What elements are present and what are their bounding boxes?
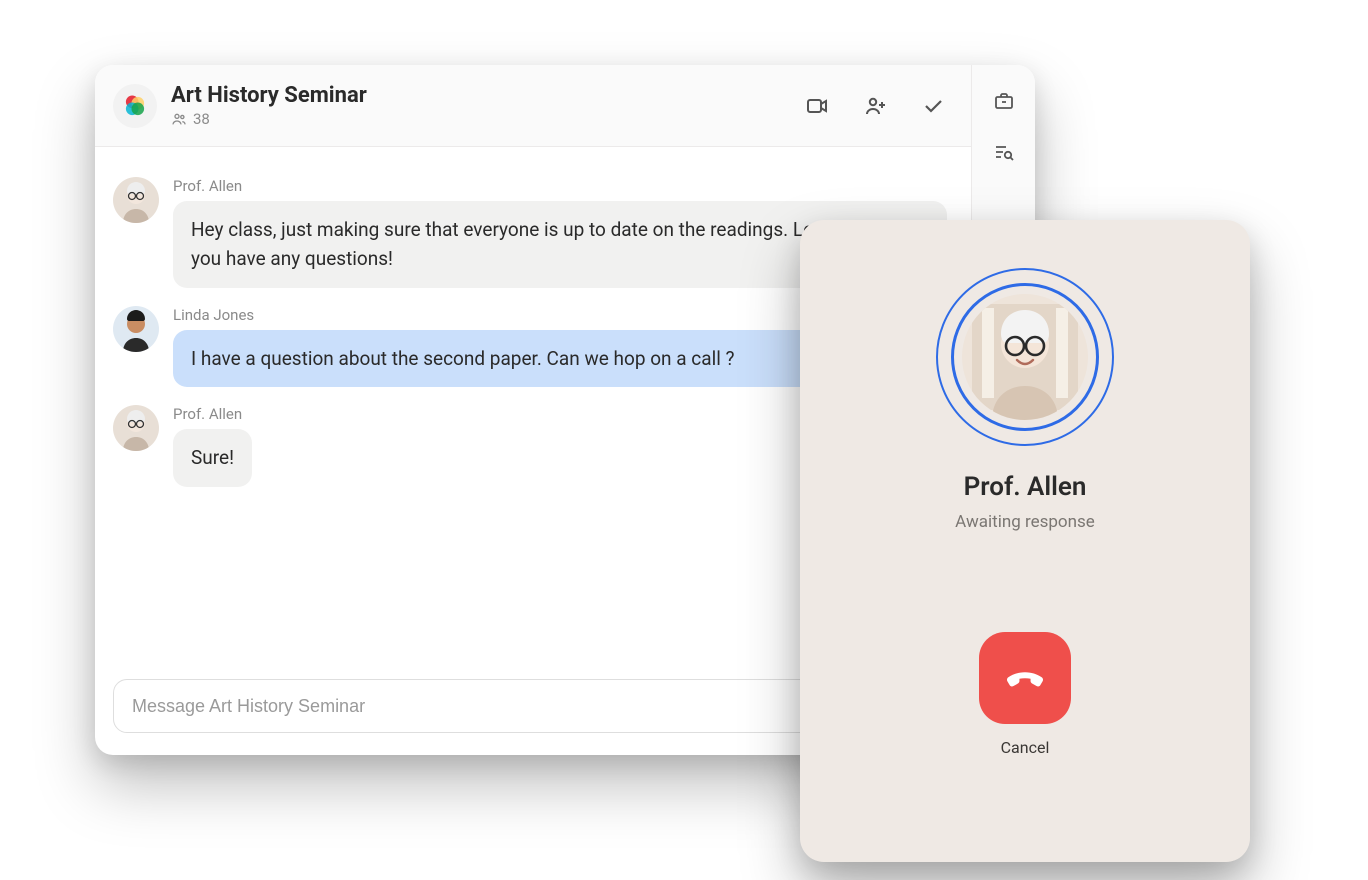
end-call-label: Cancel <box>1001 738 1050 757</box>
message-input[interactable] <box>132 696 808 717</box>
room-avatar[interactable] <box>113 84 157 128</box>
chat-header: Art History Seminar 38 <box>95 65 971 147</box>
avatar-prof-allen <box>113 405 159 451</box>
overlapping-circles-icon <box>121 92 149 120</box>
call-avatar-ring <box>936 268 1114 446</box>
call-callee-name: Prof. Allen <box>964 472 1087 502</box>
avatar[interactable] <box>113 405 159 451</box>
avatar-linda-jones <box>113 306 159 352</box>
person-add-icon <box>863 94 887 118</box>
message-bubble: Sure! <box>173 429 252 486</box>
search-list-button[interactable] <box>988 137 1020 169</box>
header-actions <box>801 90 949 122</box>
phone-hangup-icon <box>1002 655 1048 701</box>
video-call-button[interactable] <box>801 90 833 122</box>
message-sender: Prof. Allen <box>173 177 947 195</box>
people-icon <box>171 111 187 127</box>
video-icon <box>805 94 829 118</box>
briefcase-button[interactable] <box>988 85 1020 117</box>
mark-done-button[interactable] <box>917 90 949 122</box>
room-title: Art History Seminar <box>171 83 367 108</box>
room-member-count: 38 <box>171 110 367 128</box>
avatar[interactable] <box>113 306 159 352</box>
avatar-prof-allen-large <box>962 294 1088 420</box>
check-icon <box>921 94 945 118</box>
avatar[interactable] <box>113 177 159 223</box>
call-card: Prof. Allen Awaiting response Cancel <box>800 220 1250 862</box>
call-status: Awaiting response <box>955 512 1095 532</box>
add-person-button[interactable] <box>859 90 891 122</box>
room-title-wrap: Art History Seminar 38 <box>171 83 367 128</box>
call-avatar-ring-inner <box>951 283 1099 431</box>
end-call-button[interactable] <box>979 632 1071 724</box>
avatar-prof-allen <box>113 177 159 223</box>
list-search-icon <box>992 141 1016 165</box>
member-count-value: 38 <box>193 110 210 128</box>
call-avatar <box>962 294 1088 420</box>
briefcase-icon <box>992 89 1016 113</box>
